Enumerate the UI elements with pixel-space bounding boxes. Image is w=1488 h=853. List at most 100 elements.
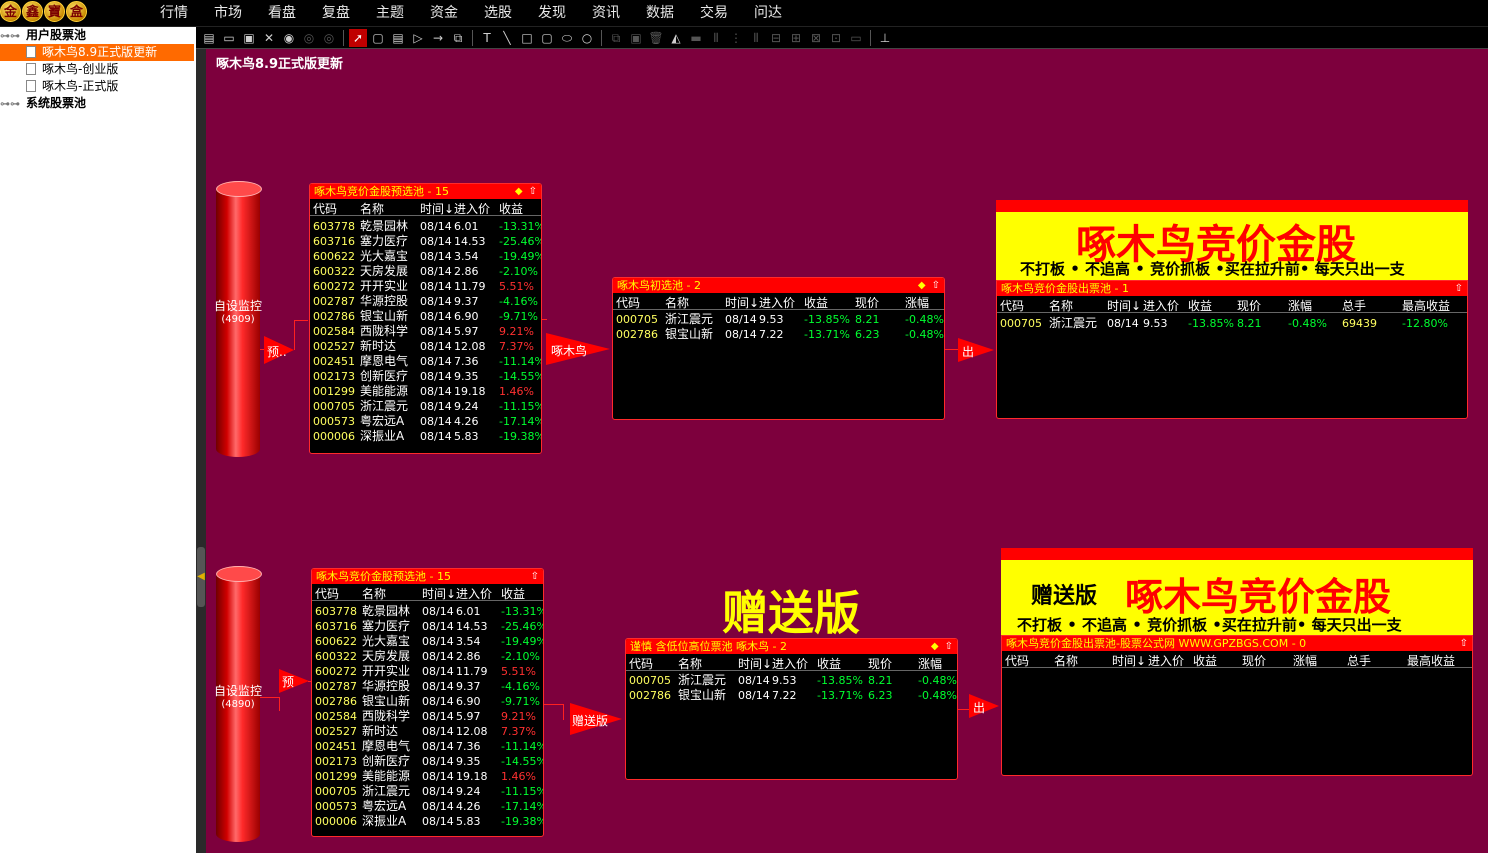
table-row[interactable]: 600272 开开实业 08/14 11.79 5.51% <box>312 664 543 679</box>
column-header[interactable]: 代码 <box>315 585 339 602</box>
table-row[interactable]: 000006 深振业A 08/14 5.83 -19.38% <box>312 814 543 829</box>
line-icon[interactable]: ╲ <box>498 29 516 47</box>
align-center-icon[interactable]: ⋮ <box>727 29 745 47</box>
pause-icon[interactable]: ◎ <box>300 29 318 47</box>
circle-icon[interactable]: ○ <box>578 29 596 47</box>
column-header[interactable]: 名称 <box>678 655 702 672</box>
initial-pool-panel[interactable]: 啄木鸟初选池 - 2 ◆ ⇧ 代码 名称 时间↓ 进入价 收益 现价 涨幅 000705 浙江震元… <box>612 277 945 420</box>
table-row[interactable]: 002584 西陇科学 08/14 5.97 9.21% <box>312 709 543 724</box>
table-row[interactable]: 002786 银宝山新 08/14 6.90 -9.71% <box>310 309 541 324</box>
menu-item-market[interactable]: 市场 <box>201 0 255 27</box>
circle-node-icon[interactable]: ▢ <box>369 29 387 47</box>
table-row[interactable]: 002173 创新医疗 08/14 9.35 -14.55% <box>310 369 541 384</box>
tree-icon[interactable]: ⊥ <box>876 29 894 47</box>
panel-controls[interactable]: ◆ ⇧ <box>931 639 953 654</box>
menu-item-screener[interactable]: 选股 <box>471 0 525 27</box>
distribute-v-icon[interactable]: ⊠ <box>807 29 825 47</box>
column-header[interactable]: 时间↓ <box>1107 297 1141 314</box>
output-pool-panel[interactable]: 啄木鸟竞价金股出票池 - 1 ⇧ 代码 名称 时间↓ 进入价 收益 现价 涨幅 总手 最高收益 0… <box>996 280 1468 419</box>
column-header[interactable]: 涨幅 <box>1293 652 1317 669</box>
table-row[interactable]: 000573 粤宏远A 08/14 4.26 -17.14% <box>310 414 541 429</box>
column-header[interactable]: 最高收益 <box>1402 297 1450 314</box>
table-row[interactable]: 000705 浙江震元 08/14 9.53 -13.85% 8.21 -0.48% 6943… <box>997 316 1467 331</box>
column-header[interactable]: 代码 <box>313 200 337 217</box>
panel-controls[interactable]: ⇧ <box>1455 281 1463 296</box>
column-header[interactable]: 现价 <box>1242 652 1266 669</box>
column-header[interactable]: 进入价 <box>1143 297 1179 314</box>
table-row[interactable]: 603716 塞力医疗 08/14 14.53 -25.46% <box>312 619 543 634</box>
column-header[interactable]: 进入价 <box>772 655 808 672</box>
column-header[interactable]: 时间↓ <box>422 585 456 602</box>
menu-item-discover[interactable]: 发现 <box>525 0 579 27</box>
column-header[interactable]: 涨幅 <box>905 294 929 311</box>
save-icon[interactable]: ▣ <box>240 29 258 47</box>
menu-item-quotes[interactable]: 行情 <box>147 0 201 27</box>
table-row[interactable]: 000705 浙江震元 08/14 9.24 -11.15% <box>310 399 541 414</box>
align-right-icon[interactable]: ⫴ <box>747 29 765 47</box>
column-header[interactable]: 名称 <box>360 200 384 217</box>
column-header[interactable]: 名称 <box>665 294 689 311</box>
column-header[interactable]: 收益 <box>804 294 828 311</box>
table-row[interactable]: 002786 银宝山新 08/14 7.22 -13.71% 6.23 -0.48% <box>613 327 944 342</box>
rect-icon[interactable]: □ <box>518 29 536 47</box>
initial-pool-panel[interactable]: 谨慎 含低位高位票池 啄木鸟 - 2 ◆ ⇧ 代码 名称 时间↓ 进入价 收益 现价 涨幅 00… <box>625 638 958 780</box>
column-header[interactable]: 收益 <box>499 200 523 217</box>
column-header[interactable]: 代码 <box>616 294 640 311</box>
table-row[interactable]: 002787 华源控股 08/14 9.37 -4.16% <box>310 294 541 309</box>
tree-node-system-pools[interactable]: ⊶⊶ 系统股票池 <box>0 95 86 112</box>
column-header[interactable]: 收益 <box>1188 297 1212 314</box>
output-pool-panel[interactable]: 啄木鸟竞价金股出票池-股票公式网 WWW.GPZBGS.COM - 0 ⇧ 代码 名… <box>1001 635 1473 776</box>
monitor-cylinder[interactable]: 自设监控 (4890) <box>214 566 262 842</box>
table-row[interactable]: 603778 乾景园林 08/14 6.01 -13.31% <box>310 219 541 234</box>
column-header[interactable]: 总手 <box>1342 297 1366 314</box>
distribute-h-icon[interactable]: ⊞ <box>787 29 805 47</box>
table-row[interactable]: 002451 摩恩电气 08/14 7.36 -11.14% <box>310 354 541 369</box>
same-height-icon[interactable]: ▭ <box>847 29 865 47</box>
column-header[interactable]: 现价 <box>855 294 879 311</box>
table-row[interactable]: 002787 华源控股 08/14 9.37 -4.16% <box>312 679 543 694</box>
column-header[interactable]: 涨幅 <box>918 655 942 672</box>
tree-node-selected-pool[interactable]: 啄木鸟8.9正式版更新 <box>0 44 194 61</box>
table-row[interactable]: 001299 美能能源 08/14 19.18 1.46% <box>310 384 541 399</box>
table-row[interactable]: 000705 浙江震元 08/14 9.24 -11.15% <box>312 784 543 799</box>
column-header[interactable]: 名称 <box>1049 297 1073 314</box>
column-header[interactable]: 进入价 <box>1148 652 1184 669</box>
tree-node-pool[interactable]: 啄木鸟-正式版 <box>0 78 118 95</box>
menu-item-trade[interactable]: 交易 <box>687 0 741 27</box>
column-header[interactable]: 收益 <box>817 655 841 672</box>
column-header[interactable]: 收益 <box>501 585 525 602</box>
menu-item-replay[interactable]: 复盘 <box>309 0 363 27</box>
column-header[interactable]: 时间↓ <box>420 200 454 217</box>
paste-icon[interactable]: ▣ <box>627 29 645 47</box>
rounded-rect-icon[interactable]: ▢ <box>538 29 556 47</box>
pointer-icon[interactable]: ➚ <box>349 28 367 47</box>
menu-item-funds[interactable]: 资金 <box>417 0 471 27</box>
menu-item-ask[interactable]: 问达 <box>741 0 795 27</box>
menu-item-news[interactable]: 资讯 <box>579 0 633 27</box>
fill-icon[interactable]: ◭ <box>667 29 685 47</box>
list-node-icon[interactable]: ▤ <box>389 29 407 47</box>
new-icon[interactable]: ▤ <box>200 29 218 47</box>
play-icon[interactable]: ◉ <box>280 29 298 47</box>
table-row[interactable]: 603716 塞力医疗 08/14 14.53 -25.46% <box>310 234 541 249</box>
column-header[interactable]: 总手 <box>1347 652 1371 669</box>
table-row[interactable]: 603778 乾景园林 08/14 6.01 -13.31% <box>312 604 543 619</box>
open-icon[interactable]: ▭ <box>220 29 238 47</box>
align-top-icon[interactable]: ▬ <box>687 29 705 47</box>
table-row[interactable]: 002173 创新医疗 08/14 9.35 -14.55% <box>312 754 543 769</box>
menu-item-theme[interactable]: 主题 <box>363 0 417 27</box>
ellipse-icon[interactable]: ⬭ <box>558 29 576 47</box>
table-row[interactable]: 600322 天房发展 08/14 2.86 -2.10% <box>310 264 541 279</box>
column-header[interactable]: 进入价 <box>456 585 492 602</box>
collapse-handle-icon[interactable]: ◀ <box>197 547 205 607</box>
stop-icon[interactable]: ◎ <box>320 29 338 47</box>
table-row[interactable]: 002786 银宝山新 08/14 6.90 -9.71% <box>312 694 543 709</box>
column-header[interactable]: 代码 <box>629 655 653 672</box>
column-header[interactable]: 名称 <box>362 585 386 602</box>
column-header[interactable]: 进入价 <box>454 200 490 217</box>
panel-controls[interactable]: ⇧ <box>1460 636 1468 651</box>
menu-item-data[interactable]: 数据 <box>633 0 687 27</box>
table-row[interactable]: 000705 浙江震元 08/14 9.53 -13.85% 8.21 -0.48% <box>626 673 957 688</box>
multi-node-icon[interactable]: ⧉ <box>449 29 467 47</box>
text-icon[interactable]: T <box>478 29 496 47</box>
